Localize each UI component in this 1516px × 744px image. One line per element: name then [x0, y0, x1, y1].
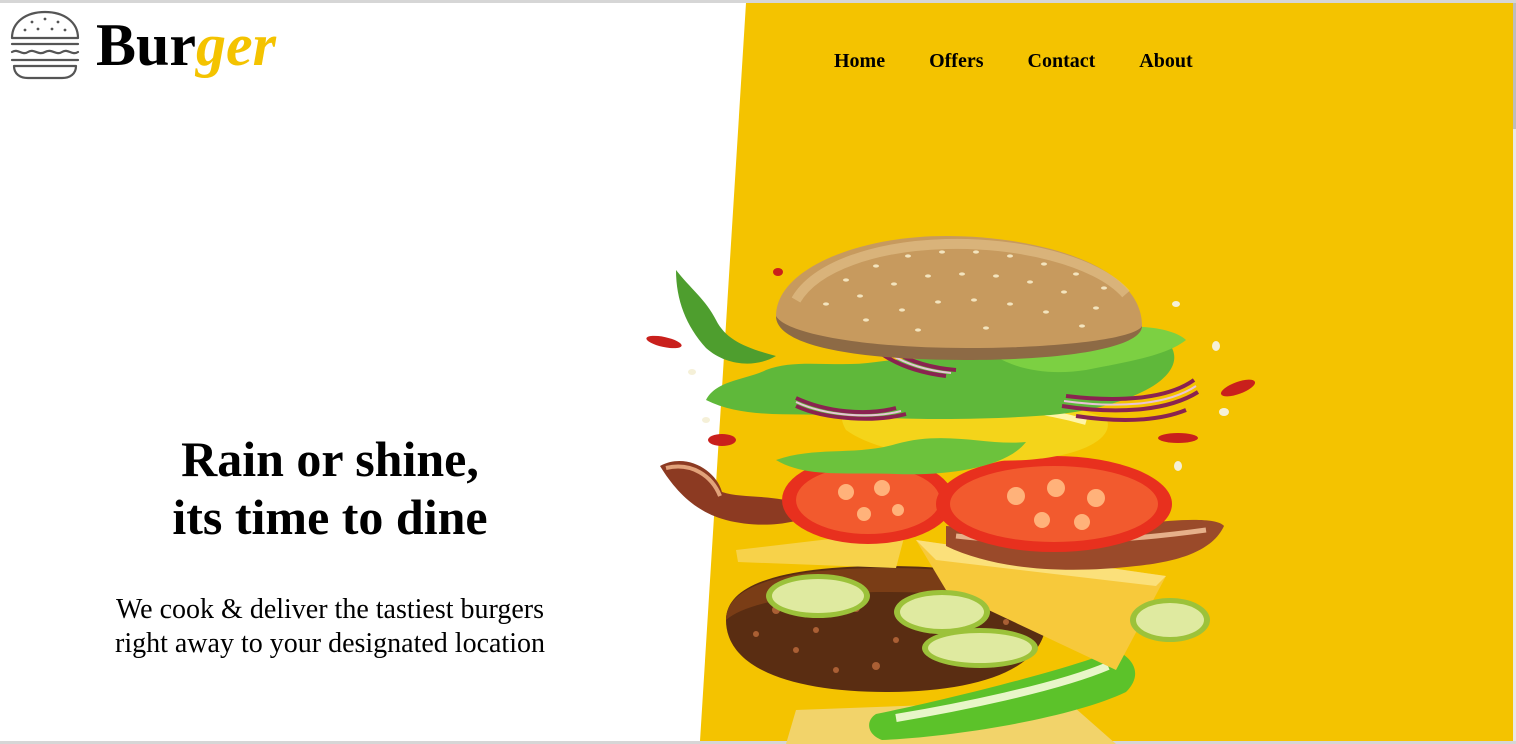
hero-title-line2: its time to dine [172, 489, 488, 545]
window-top-border [0, 0, 1516, 3]
nav-contact[interactable]: Contact [1028, 50, 1096, 73]
nav-offers[interactable]: Offers [929, 50, 983, 73]
burger-image [646, 236, 1256, 744]
nav-home[interactable]: Home [834, 50, 885, 73]
main-nav: Home Offers Contact About [834, 50, 1193, 73]
hero-subtitle-line1: We cook & deliver the tastiest burgers [116, 594, 544, 625]
burger-icon [10, 10, 80, 80]
hero-title: Rain or shine, its time to dine [60, 430, 600, 546]
hero-subtitle: We cook & deliver the tastiest burgers r… [60, 593, 600, 661]
site-logo[interactable]: Burger [8, 8, 276, 82]
brand-name-main: Bur [96, 12, 197, 78]
brand-name: Burger [96, 15, 276, 75]
hero-title-line1: Rain or shine, [181, 431, 479, 487]
nav-about[interactable]: About [1139, 50, 1192, 73]
brand-name-accent: ger [196, 12, 277, 78]
hero-subtitle-line2: right away to your designated location [115, 628, 545, 659]
